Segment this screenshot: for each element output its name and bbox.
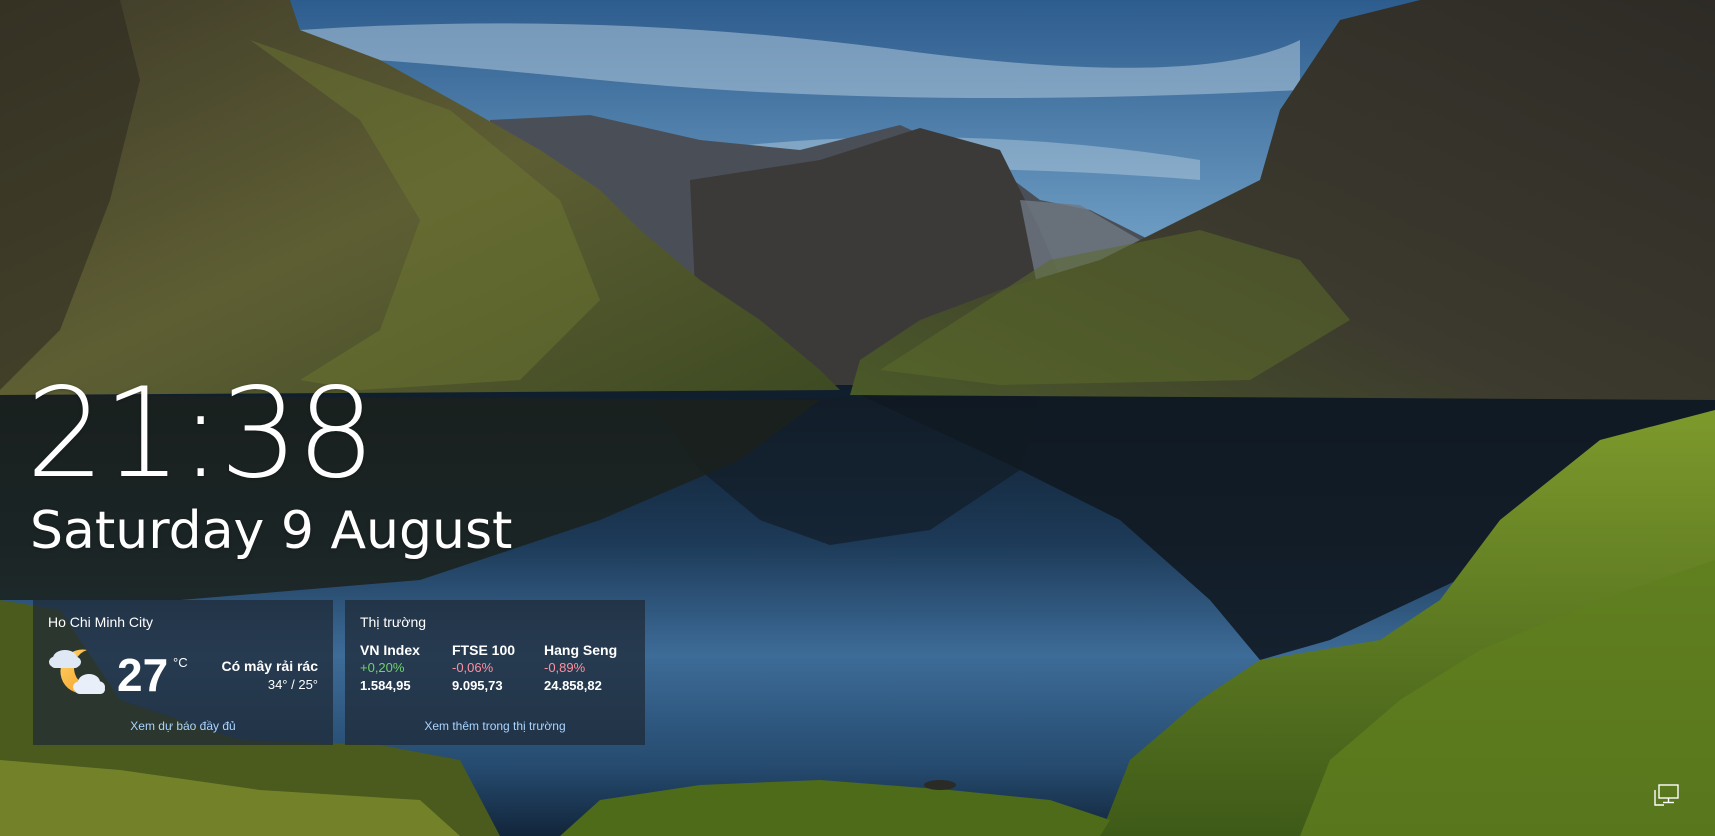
market-index-ftse[interactable]: FTSE 100 -0,06% 9.095,73 xyxy=(452,641,542,695)
weather-condition: Có mây rải rác xyxy=(221,658,319,674)
market-index-name: VN Index xyxy=(360,642,420,658)
market-index-change: -0,89% xyxy=(544,660,586,675)
weather-high-low: 34° / 25° xyxy=(267,677,318,692)
partly-cloudy-night-icon xyxy=(49,649,105,694)
market-index-name: Hang Seng xyxy=(544,642,618,658)
market-index-hang-seng[interactable]: Hang Seng -0,89% 24.858,82 xyxy=(544,641,634,695)
market-index-name: FTSE 100 xyxy=(452,642,516,658)
market-title: Thị trường xyxy=(360,614,427,630)
network-icon[interactable] xyxy=(1654,784,1680,806)
weather-forecast-link[interactable]: Xem dự báo đầy đủ xyxy=(33,719,333,733)
lock-screen[interactable]: 21:38 Saturday 9 August Ho Chi Minh City xyxy=(0,0,1715,836)
market-index-value: 9.095,73 xyxy=(452,678,503,693)
weather-temperature-unit: °C xyxy=(173,655,188,670)
weather-card[interactable]: Ho Chi Minh City 27 °C Có mây rải rác 34… xyxy=(33,600,333,745)
lock-date: Saturday 9 August xyxy=(30,501,513,561)
market-index-value: 24.858,82 xyxy=(544,678,602,693)
lock-clock: 21:38 xyxy=(26,362,375,506)
weather-temperature: 27 xyxy=(117,649,169,701)
market-index-change: +0,20% xyxy=(360,660,405,675)
market-more-link[interactable]: Xem thêm trong thị trường xyxy=(345,719,645,733)
market-index-change: -0,06% xyxy=(452,660,494,675)
market-index-vn[interactable]: VN Index +0,20% 1.584,95 xyxy=(360,641,450,695)
market-index-value: 1.584,95 xyxy=(360,678,411,693)
weather-city: Ho Chi Minh City xyxy=(48,614,154,630)
market-card[interactable]: Thị trường VN Index +0,20% 1.584,95 FTSE… xyxy=(345,600,645,745)
